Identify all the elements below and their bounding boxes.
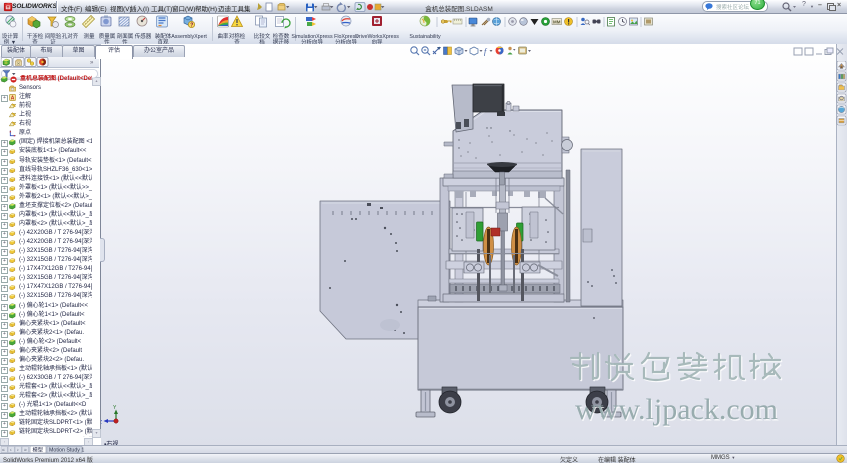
svg-text:对称检: 对称检 <box>229 32 246 40</box>
svg-text:设计算: 设计算 <box>2 32 19 40</box>
svg-text:Y: Y <box>113 405 117 411</box>
svg-text:AssemblyXpert: AssemblyXpert <box>171 34 207 40</box>
svg-text:剖面属: 剖面属 <box>117 32 134 40</box>
svg-text:»: » <box>90 60 94 66</box>
svg-text:Sustainability: Sustainability <box>409 34 441 40</box>
svg-text:装配体: 装配体 <box>155 32 172 40</box>
svg-text:检查数: 检查数 <box>273 32 290 40</box>
svg-text:曲率: 曲率 <box>217 32 229 40</box>
svg-text:?: ? <box>190 23 193 29</box>
svg-text:干涉检: 干涉检 <box>27 32 44 40</box>
svg-text:比较文: 比较文 <box>254 32 271 40</box>
svg-text:MM: MM <box>553 20 561 25</box>
svg-text:f: f <box>484 47 488 56</box>
svg-text:模型: 模型 <box>33 446 44 453</box>
svg-text:www.ljpack.com: www.ljpack.com <box>575 393 778 426</box>
svg-text:孔对齐: 孔对齐 <box>62 32 79 40</box>
svg-text:A: A <box>11 96 15 101</box>
svg-text:测量: 测量 <box>83 32 95 40</box>
svg-text:Z: Z <box>101 420 102 426</box>
svg-text:传感器: 传感器 <box>135 32 152 40</box>
svg-text:质量属: 质量属 <box>99 32 116 40</box>
svg-text:间隙验: 间隙验 <box>45 32 62 40</box>
